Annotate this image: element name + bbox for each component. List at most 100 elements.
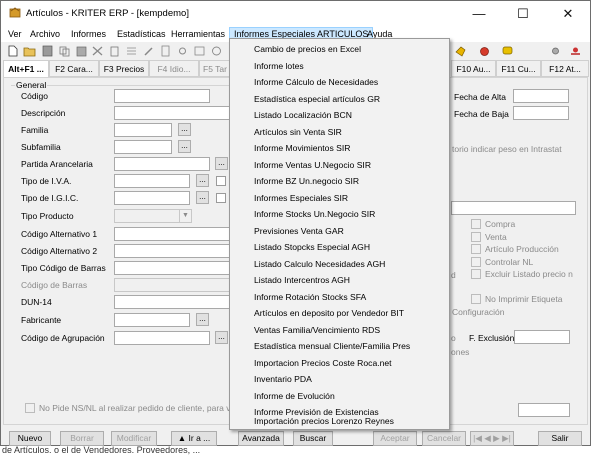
nuevo-button[interactable]: Nuevo xyxy=(9,431,51,446)
fecha-baja-input[interactable] xyxy=(513,106,569,120)
menu-herramientas[interactable]: Herramientas xyxy=(167,27,229,42)
no-pide-ns-checkbox[interactable] xyxy=(25,403,35,413)
menu-item-calculo-necesidades[interactable]: Informe Cálculo de Necesidades xyxy=(230,74,449,91)
compra-checkbox[interactable] xyxy=(471,219,481,229)
open-folder-icon[interactable] xyxy=(23,45,36,57)
settings-icon[interactable] xyxy=(176,45,189,57)
familia-lookup-button[interactable]: ... xyxy=(178,123,191,136)
fecha-alta-input[interactable] xyxy=(513,89,569,103)
subfamilia-lookup-button[interactable]: ... xyxy=(178,140,191,153)
menu-item-importacion-precios-coste[interactable]: Importacion Precios Coste Roca.net xyxy=(230,355,449,372)
menu-item-estadistica-mensual[interactable]: Estadística mensual Cliente/Familia Pres xyxy=(230,338,449,355)
menu-item-intercentros[interactable]: Listado Intercentros AGH xyxy=(230,272,449,289)
tipo-iva-checkbox[interactable] xyxy=(216,176,226,186)
aceptar-button[interactable]: Aceptar xyxy=(373,431,417,446)
menu-item-rotacion-stocks[interactable]: Informe Rotación Stocks SFA xyxy=(230,289,449,306)
menu-item-articulos-sin-venta[interactable]: Artículos sin Venta SIR xyxy=(230,124,449,141)
codigo-alternativo-1-input[interactable] xyxy=(114,227,230,241)
descripcion-input[interactable] xyxy=(114,106,230,120)
cancelar-button[interactable]: Cancelar xyxy=(422,431,466,446)
copy-icon[interactable] xyxy=(58,45,71,57)
tipo-codigo-barras-input[interactable] xyxy=(114,261,230,275)
buscar-button[interactable]: Buscar xyxy=(293,431,333,446)
menu-item-informe-evolucion[interactable]: Informe de Evolución xyxy=(230,388,449,405)
familia-input[interactable] xyxy=(114,123,172,137)
partida-lookup-button[interactable]: ... xyxy=(215,157,228,170)
borrar-button[interactable]: Borrar xyxy=(60,431,104,446)
close-button[interactable]: ✕ xyxy=(546,1,590,27)
menu-item-movimientos-sir[interactable]: Informe Movimientos SIR xyxy=(230,140,449,157)
menu-item-stocks-unnegocio[interactable]: Informe Stocks Un.Negocio SIR xyxy=(230,206,449,223)
subfamilia-input[interactable] xyxy=(114,140,172,154)
chat-icon[interactable] xyxy=(501,45,514,57)
grid-icon[interactable] xyxy=(125,45,138,57)
menu-ver[interactable]: Ver xyxy=(4,27,26,42)
controlar-nl-checkbox[interactable] xyxy=(471,257,481,267)
menu-item-cambio-precios-excel[interactable]: Cambio de precios en Excel xyxy=(230,41,449,58)
menu-item-informes-especiales-sir[interactable]: Informes Especiales SIR xyxy=(230,190,449,207)
delete-icon[interactable] xyxy=(91,45,104,57)
tab-atributos[interactable]: F12 At... xyxy=(541,60,589,77)
menu-item-calculo-necesidades-agh[interactable]: Listado Calculo Necesidades AGH xyxy=(230,256,449,273)
menu-item-estadistica-gr[interactable]: Estadística especial artículos GR xyxy=(230,91,449,108)
menu-item-stopcks-especial[interactable]: Listado Stopcks Especial AGH xyxy=(230,239,449,256)
codigo-agrupacion-lookup-button[interactable]: ... xyxy=(215,331,228,344)
tab-precios[interactable]: F3 Precios xyxy=(99,60,149,77)
fabricante-lookup-button[interactable]: ... xyxy=(196,313,209,326)
document-edit-icon[interactable] xyxy=(159,45,172,57)
tipo-iva-input[interactable] xyxy=(114,174,190,188)
dun-14-input[interactable] xyxy=(114,295,230,309)
tab-caracteristicas[interactable]: F2 Cara... xyxy=(49,60,99,77)
f-exclusion-input[interactable] xyxy=(514,330,570,344)
codigo-alternativo-2-input[interactable] xyxy=(114,244,230,258)
salir-button[interactable]: Salir xyxy=(538,431,582,446)
tipo-iva-lookup-button[interactable]: ... xyxy=(196,174,209,187)
menu-item-localizacion-bcn[interactable]: Listado Localización BCN xyxy=(230,107,449,124)
menu-informes[interactable]: Informes xyxy=(67,27,110,42)
table-icon[interactable] xyxy=(193,45,206,57)
articulo-produccion-checkbox[interactable] xyxy=(471,244,481,254)
chevron-down-icon[interactable]: ▼ xyxy=(179,210,191,222)
menu-item-informe-lotes[interactable]: Informe lotes xyxy=(230,58,449,75)
no-imprimir-etiqueta-checkbox[interactable] xyxy=(471,294,481,304)
tipo-igic-input[interactable] xyxy=(114,191,190,205)
tab-idiomas[interactable]: F4 Idio... xyxy=(149,60,199,77)
new-document-icon[interactable] xyxy=(6,45,19,57)
menu-item-previsiones-venta[interactable]: Previsiones Venta GAR xyxy=(230,223,449,240)
exit-icon[interactable] xyxy=(569,45,582,57)
partida-arancelaria-input[interactable] xyxy=(114,157,210,171)
menu-archivo[interactable]: Archivo xyxy=(26,27,64,42)
gear-icon[interactable] xyxy=(549,45,562,57)
avanzada-button[interactable]: Avanzada xyxy=(238,431,284,446)
tab-tarifas[interactable]: F5 Tar xyxy=(199,60,231,77)
menu-item-inventario-pda[interactable]: Inventario PDA xyxy=(230,371,449,388)
menu-item-deposito-vendedor[interactable]: Artículos en deposito por Vendedor BIT xyxy=(230,305,449,322)
tab-auxiliares[interactable]: F10 Au... xyxy=(451,60,496,77)
menu-item-ventas-unegocio[interactable]: Informe Ventas U.Negocio SIR xyxy=(230,157,449,174)
menu-item-bz-unnegocio[interactable]: Informe BZ Un.negocio SIR xyxy=(230,173,449,190)
codigo-barras-input[interactable] xyxy=(114,278,230,292)
excluir-listado-checkbox[interactable] xyxy=(471,269,481,279)
minimize-button[interactable]: — xyxy=(457,1,501,27)
tab-cuentas[interactable]: F11 Cu... xyxy=(496,60,541,77)
info-icon[interactable] xyxy=(210,45,223,57)
pencil-icon[interactable] xyxy=(142,45,155,57)
tipo-igic-checkbox[interactable] xyxy=(216,193,226,203)
record-navigation[interactable]: |◀ ◀ ▶ ▶| xyxy=(470,431,514,446)
codigo-agrupacion-input[interactable] xyxy=(114,331,210,345)
hand-icon[interactable] xyxy=(454,45,467,57)
tipo-igic-lookup-button[interactable]: ... xyxy=(196,191,209,204)
ir-a-button[interactable]: ▲ Ir a ... xyxy=(171,431,217,446)
right-text-input[interactable] xyxy=(451,201,576,215)
fabricante-input[interactable] xyxy=(114,313,190,327)
menu-item-importacion-lorenzo-reynes[interactable]: Importación precios Lorenzo Reynes xyxy=(230,413,449,430)
modificar-button[interactable]: Modificar xyxy=(111,431,157,446)
menu-estadisticas[interactable]: Estadísticas xyxy=(113,27,170,42)
save-icon[interactable] xyxy=(41,45,54,57)
menu-item-ventas-familia[interactable]: Ventas Familia/Vencimiento RDS xyxy=(230,322,449,339)
maximize-button[interactable]: ☐ xyxy=(501,1,545,27)
alarm-icon[interactable] xyxy=(478,45,491,57)
bottom-right-input[interactable] xyxy=(518,403,570,417)
clipboard-icon[interactable] xyxy=(108,45,121,57)
tab-general[interactable]: Alt+F1 ... xyxy=(3,60,49,77)
